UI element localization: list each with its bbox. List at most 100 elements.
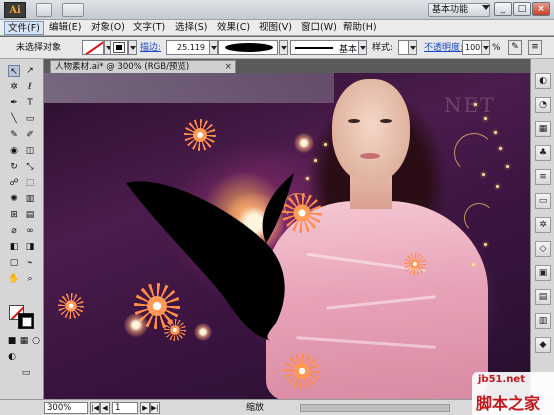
panel-options-button[interactable]: ✎: [508, 40, 522, 55]
dock-panel-button-4[interactable]: ♣: [535, 145, 551, 161]
menu-help[interactable]: 帮助(H): [340, 21, 380, 35]
direct-selection-tool[interactable]: ↗: [24, 65, 36, 77]
none-mode-button[interactable]: ○: [30, 335, 42, 347]
type-tool[interactable]: T: [24, 97, 36, 109]
maximize-button[interactable]: □: [513, 2, 531, 16]
dock-panel-button-10[interactable]: ▤: [535, 289, 551, 305]
dock-panel-button-1[interactable]: ◐: [535, 73, 551, 89]
draw-normal-button[interactable]: ◐: [6, 351, 18, 363]
dress-fold: [296, 336, 436, 349]
close-tab-icon[interactable]: ×: [224, 61, 232, 73]
dock-panel-button-2[interactable]: ◔: [535, 97, 551, 113]
rotate-tool[interactable]: ↻: [8, 161, 20, 173]
slice-tool[interactable]: ⌁: [24, 257, 36, 269]
dock-panel-button-3[interactable]: ▦: [535, 121, 551, 137]
menu-view[interactable]: 视图(V): [256, 21, 295, 35]
lips: [360, 153, 380, 159]
dress-fold: [326, 295, 436, 310]
magic-wand-tool[interactable]: ✲: [8, 81, 20, 93]
live-paint-selection-tool[interactable]: ◨: [24, 241, 36, 253]
symbol-sprayer-tool[interactable]: ✺: [8, 193, 20, 205]
last-artboard-button[interactable]: ▶|: [150, 402, 160, 414]
lasso-tool[interactable]: ℓ: [24, 81, 36, 93]
sparkle-dot: [484, 243, 487, 246]
fill-color-picker[interactable]: [82, 40, 104, 55]
blend-tool[interactable]: ∞: [24, 225, 36, 237]
style-dropdown[interactable]: [408, 40, 417, 55]
paintbrush-tool[interactable]: ✎: [8, 129, 20, 141]
hand-tool[interactable]: ✋: [8, 273, 20, 285]
dock-panel-button-11[interactable]: ▥: [535, 313, 551, 329]
column-graph-tool[interactable]: ▥: [24, 193, 36, 205]
pencil-tool[interactable]: ✐: [24, 129, 36, 141]
menu-select[interactable]: 选择(S): [172, 21, 210, 35]
dock-panel-button-6[interactable]: ▭: [535, 193, 551, 209]
black-brush-shape[interactable]: [126, 173, 296, 343]
profile-dropdown[interactable]: [279, 40, 288, 55]
free-transform-tool[interactable]: ⬚: [24, 177, 36, 189]
tools-panel: ↖ ↗ ✲ ℓ ✒ T ╲ ▭ ✎ ✐ ◉ ◫ ↻ ⤡ ☍ ⬚ ✺ ▥ ⊞ ▤ ⌀ ∞ ◧ ◨ ▢ ⌁ ✋ ⌕ ■ ▦ ○ ◐ ▭: [0, 59, 44, 399]
site-url: jb51.net: [478, 374, 525, 385]
opacity-label[interactable]: 不透明度:: [424, 42, 463, 54]
first-artboard-button[interactable]: |◀: [90, 402, 100, 414]
dock-panel-button-7[interactable]: ✲: [535, 217, 551, 233]
bridge-button[interactable]: [36, 3, 52, 17]
color-mode-button[interactable]: ■: [6, 335, 18, 347]
arrange-documents-button[interactable]: [62, 3, 84, 17]
selection-tool[interactable]: ↖: [8, 65, 20, 77]
sparkle-dot: [484, 117, 487, 120]
sparkle-dot: [494, 131, 497, 134]
previous-artboard-button[interactable]: ◀: [100, 402, 110, 414]
artboard-tool[interactable]: ▢: [8, 257, 20, 269]
variable-width-profile[interactable]: [218, 40, 278, 55]
brush-dropdown[interactable]: [358, 40, 367, 55]
eyedropper-tool[interactable]: ⌀: [8, 225, 20, 237]
menu-type[interactable]: 文字(T): [130, 21, 168, 35]
menu-window[interactable]: 窗口(W): [298, 21, 340, 35]
menu-edit[interactable]: 编辑(E): [46, 21, 84, 35]
eraser-tool[interactable]: ◫: [24, 145, 36, 157]
rectangle-tool[interactable]: ▭: [24, 113, 36, 125]
brush-basic-label: 基本: [339, 45, 358, 55]
sparkle-dot: [306, 177, 309, 180]
warp-tool[interactable]: ☍: [8, 177, 20, 189]
stroke-weight-input[interactable]: 25.119: [166, 40, 210, 55]
menu-effect[interactable]: 效果(C): [214, 21, 253, 35]
opacity-dropdown[interactable]: [481, 40, 490, 55]
workspace-switcher-button[interactable]: 基本功能: [428, 3, 490, 17]
minimize-button[interactable]: _: [494, 2, 512, 16]
live-paint-tool[interactable]: ◧: [8, 241, 20, 253]
stroke-dropdown[interactable]: [128, 40, 137, 55]
line-tool[interactable]: ╲: [8, 113, 20, 125]
scale-tool[interactable]: ⤡: [24, 161, 36, 173]
no-fill-icon: [83, 41, 103, 54]
zoom-level-field[interactable]: 300%: [44, 402, 88, 414]
gradient-tool[interactable]: ▤: [24, 209, 36, 221]
stroke-swatch[interactable]: [18, 313, 34, 329]
site-name: 脚本之家: [476, 394, 541, 413]
stroke-label[interactable]: 描边:: [140, 42, 161, 54]
artboard-canvas[interactable]: NET: [44, 73, 530, 399]
menu-file[interactable]: 文件(F): [4, 21, 44, 35]
artboard-number-field[interactable]: 1: [112, 402, 138, 414]
stroke-color-picker[interactable]: [110, 40, 128, 55]
menu-object[interactable]: 对象(O): [88, 21, 128, 35]
dock-panel-button-12[interactable]: ◆: [535, 337, 551, 353]
next-artboard-button[interactable]: ▶: [140, 402, 150, 414]
brush-definition[interactable]: 基本: [290, 40, 365, 55]
dock-panel-button-5[interactable]: ≡: [535, 169, 551, 185]
close-button[interactable]: ×: [532, 2, 550, 16]
stroke-weight-dropdown[interactable]: [209, 40, 218, 55]
horizontal-scrollbar[interactable]: [300, 404, 450, 412]
document-tab[interactable]: 人物素材.ai* @ 300% (RGB/预览) ×: [50, 60, 236, 73]
pen-tool[interactable]: ✒: [8, 97, 20, 109]
blob-brush-tool[interactable]: ◉: [8, 145, 20, 157]
mesh-tool[interactable]: ⊞: [8, 209, 20, 221]
zoom-tool[interactable]: ⌕: [24, 273, 36, 285]
dock-panel-button-9[interactable]: ▣: [535, 265, 551, 281]
gradient-mode-button[interactable]: ▦: [18, 335, 30, 347]
brush-line-icon: [295, 47, 333, 49]
screen-mode-button[interactable]: ▭: [18, 367, 34, 379]
control-menu-button[interactable]: ≡: [528, 40, 542, 55]
dock-panel-button-8[interactable]: ◇: [535, 241, 551, 257]
